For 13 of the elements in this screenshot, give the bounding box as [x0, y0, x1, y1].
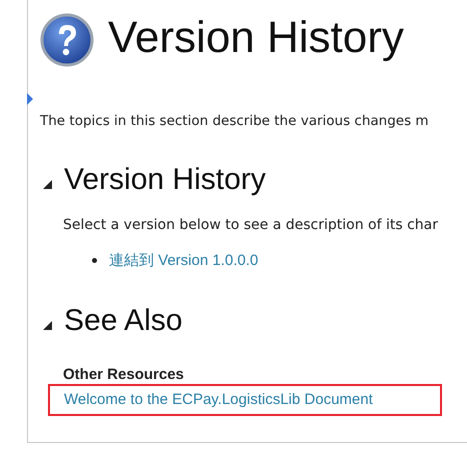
page-title: Version History: [108, 13, 404, 63]
help-icon: [40, 13, 94, 67]
intro-text: The topics in this section describe the various changes m: [40, 113, 430, 129]
collapse-arrow-icon[interactable]: [43, 320, 52, 330]
collapse-arrow-icon[interactable]: [43, 180, 52, 188]
section-heading[interactable]: See Also: [64, 304, 182, 338]
subheading: Other Resources: [63, 366, 185, 383]
pane-toggle-icon[interactable]: [27, 93, 33, 105]
section-heading[interactable]: Version History: [64, 163, 266, 197]
bullet-icon: [92, 258, 97, 263]
section-text: Select a version below to see a description of its char: [63, 217, 440, 233]
resource-link[interactable]: Welcome to the ECPay.LogisticsLib Document: [64, 391, 373, 408]
version-link[interactable]: 連結到 Version 1.0.0.0: [109, 251, 258, 270]
